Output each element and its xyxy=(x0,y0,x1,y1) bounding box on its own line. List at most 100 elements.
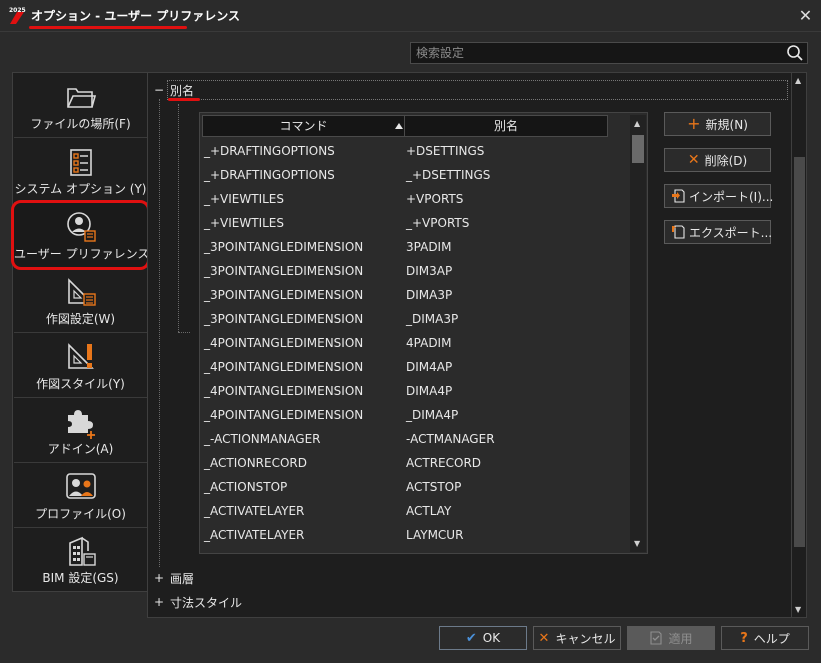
table-row[interactable]: _+DRAFTINGOPTIONS _+DSETTINGS xyxy=(202,163,626,187)
scroll-up-icon[interactable]: ▲ xyxy=(795,76,801,85)
table-row[interactable]: _-ACTIONMANAGER -ACTMANAGER xyxy=(202,427,626,451)
search-icon[interactable] xyxy=(786,44,804,62)
column-header-alias[interactable]: 別名 xyxy=(405,116,607,136)
search-box xyxy=(410,42,808,64)
table-row[interactable]: _3POINTANGLEDIMENSION _DIMA3P xyxy=(202,307,626,331)
cancel-icon: ✕ xyxy=(538,630,550,646)
sidebar-item-drafting-settings[interactable]: 作図設定(W) xyxy=(14,268,147,333)
export-button[interactable]: エクスポート... xyxy=(664,220,773,244)
table-row[interactable]: _3POINTANGLEDIMENSION DIM3AP xyxy=(202,259,626,283)
sidebar-item-label: 作図設定(W) xyxy=(45,312,116,326)
cell-alias: _+VPORTS xyxy=(406,216,470,230)
table-row[interactable]: _4POINTANGLEDIMENSION DIMA4P xyxy=(202,379,626,403)
content-scrollbar[interactable]: ▲ ▼ xyxy=(791,72,807,618)
import-icon xyxy=(672,189,685,203)
alias-table: コマンド 別名 _+DRAFTINGOPTIONS +DSETTINGS _+DR… xyxy=(199,112,648,554)
column-header-label: 別名 xyxy=(493,119,518,133)
folder-icon xyxy=(66,88,96,108)
column-header-command[interactable]: コマンド xyxy=(203,116,405,136)
sidebar-item-bim-settings[interactable]: BIM 設定(GS) xyxy=(14,528,147,591)
scroll-down-icon[interactable]: ▼ xyxy=(795,605,801,614)
table-row[interactable]: _3POINTANGLEDIMENSION 3PADIM xyxy=(202,235,626,259)
expand-icon[interactable]: + xyxy=(152,571,166,585)
scroll-down-icon[interactable]: ▼ xyxy=(634,539,640,548)
cell-command: _ACTIVATELAYER xyxy=(204,504,305,518)
table-scrollbar[interactable]: ▲ ▼ xyxy=(630,115,646,552)
sidebar-item-user-preferences[interactable]: ユーザー プリファレンス(U) xyxy=(14,203,167,268)
help-icon: ? xyxy=(740,630,748,646)
section-layer-header[interactable]: + 画層 xyxy=(152,568,194,588)
table-row[interactable]: _+VIEWTILES _+VPORTS xyxy=(202,211,626,235)
table-row[interactable]: _4POINTANGLEDIMENSION 4PADIM xyxy=(202,331,626,355)
sidebar-item-label: ファイルの場所(F) xyxy=(30,117,131,131)
expand-icon[interactable]: + xyxy=(152,595,166,609)
section-alias-title: 別名 xyxy=(170,83,195,98)
delete-alias-button[interactable]: ✕ 削除(D) xyxy=(664,148,771,172)
sidebar-item-addins[interactable]: アドイン(A) xyxy=(14,398,147,463)
collapse-icon[interactable]: − xyxy=(152,83,166,97)
button-label: エクスポート... xyxy=(689,225,773,240)
cell-command: _ACTIONRECORD xyxy=(204,456,307,470)
table-row[interactable]: _4POINTANGLEDIMENSION _DIMA4P xyxy=(202,403,626,427)
scroll-up-icon[interactable]: ▲ xyxy=(634,119,640,128)
app-logo-icon: 2025 xyxy=(9,7,26,24)
plus-icon: + xyxy=(687,114,701,133)
cell-alias: DIMA4P xyxy=(406,384,453,398)
close-button[interactable]: ✕ xyxy=(790,0,821,31)
cell-alias: _DIMA4P xyxy=(406,408,459,422)
new-alias-button[interactable]: + 新規(N) xyxy=(664,112,771,136)
cell-command: _4POINTANGLEDIMENSION xyxy=(204,360,364,374)
close-icon: ✕ xyxy=(798,6,813,25)
apply-button[interactable]: 適用 xyxy=(627,626,715,650)
button-label: インポート(I)... xyxy=(689,189,774,204)
table-row[interactable]: _ACTIONRECORD ACTRECORD xyxy=(202,451,626,475)
table-row[interactable]: _ACTIVATELAYER LAYMCUR xyxy=(202,523,626,547)
table-scroll-thumb[interactable] xyxy=(632,135,644,163)
tree-line xyxy=(178,332,190,333)
table-row[interactable]: _+VIEWTILES +VPORTS xyxy=(202,187,626,211)
help-button[interactable]: ? ヘルプ xyxy=(721,626,809,650)
title-underline-marker xyxy=(29,26,187,29)
sidebar-item-label: BIM 設定(GS) xyxy=(42,571,119,585)
section-alias-header[interactable]: − 別名 xyxy=(152,80,194,100)
section-dimstyle-header[interactable]: + 寸法スタイル xyxy=(152,592,242,612)
table-row[interactable]: _+DRAFTINGOPTIONS +DSETTINGS xyxy=(202,139,626,163)
sidebar-item-system-options[interactable]: システム オプション (Y) xyxy=(14,138,147,203)
sidebar-item-label: アドイン(A) xyxy=(47,442,114,456)
cell-alias: +VPORTS xyxy=(406,192,464,206)
sidebar-item-label: システム オプション (Y) xyxy=(14,182,147,196)
user-preferences-icon xyxy=(66,212,96,242)
sort-ascending-icon xyxy=(395,123,403,129)
cell-command: _+VIEWTILES xyxy=(204,192,285,206)
table-row[interactable]: _ACTIVATELAYER ACTLAY xyxy=(202,499,626,523)
cell-alias: ACTSTOP xyxy=(406,480,462,494)
cell-command: _+VIEWTILES xyxy=(204,216,285,230)
cell-alias: +DSETTINGS xyxy=(406,144,485,158)
table-row[interactable]: _ACTIONSTOP ACTSTOP xyxy=(202,475,626,499)
button-label: ヘルプ xyxy=(753,631,790,646)
table-row[interactable]: _3POINTANGLEDIMENSION DIMA3P xyxy=(202,283,626,307)
table-row[interactable]: _4POINTANGLEDIMENSION DIM4AP xyxy=(202,355,626,379)
export-icon xyxy=(672,225,685,239)
cell-command: _3POINTANGLEDIMENSION xyxy=(204,264,364,278)
cell-alias: _+DSETTINGS xyxy=(406,168,491,182)
cell-alias: 3PADIM xyxy=(406,240,452,254)
search-input[interactable] xyxy=(411,43,781,63)
building-icon xyxy=(68,536,96,566)
ok-button[interactable]: ✔ OK xyxy=(439,626,527,650)
cancel-button[interactable]: ✕ キャンセル xyxy=(533,626,621,650)
sidebar-item-profiles[interactable]: プロファイル(O) xyxy=(14,463,147,528)
content-scroll-thumb[interactable] xyxy=(794,157,805,547)
checklist-icon xyxy=(69,149,92,176)
table-body: _+DRAFTINGOPTIONS +DSETTINGS _+DRAFTINGOP… xyxy=(202,139,626,553)
sidebar-item-label: プロファイル(O) xyxy=(35,507,126,521)
button-label: OK xyxy=(482,631,501,645)
import-button[interactable]: インポート(I)... xyxy=(664,184,774,208)
cell-command: _ACTIONSTOP xyxy=(204,480,288,494)
sidebar-item-drafting-style[interactable]: 作図スタイル(Y) xyxy=(14,333,147,398)
check-icon: ✔ xyxy=(465,630,477,646)
sidebar-item-file-locations[interactable]: ファイルの場所(F) xyxy=(14,73,147,138)
cell-command: _-ACTIONMANAGER xyxy=(204,432,321,446)
cell-command: _ACTIVATELAYER xyxy=(204,528,305,542)
cell-command: _4POINTANGLEDIMENSION xyxy=(204,384,364,398)
